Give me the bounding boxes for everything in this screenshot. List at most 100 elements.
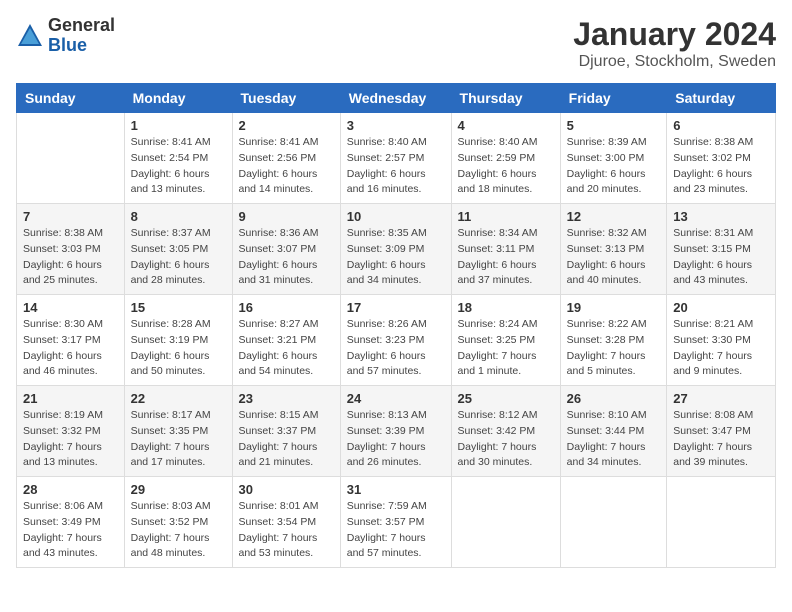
- daylight-text: Daylight: 7 hours and 57 minutes.: [347, 532, 426, 560]
- sunrise-text: Sunrise: 8:21 AM: [673, 318, 753, 330]
- daylight-text: Daylight: 6 hours and 34 minutes.: [347, 259, 426, 287]
- daylight-text: Daylight: 6 hours and 14 minutes.: [239, 168, 318, 196]
- day-info: Sunrise: 8:34 AM Sunset: 3:11 PM Dayligh…: [458, 226, 554, 289]
- daylight-text: Daylight: 7 hours and 13 minutes.: [23, 441, 102, 469]
- calendar-week-row: 21 Sunrise: 8:19 AM Sunset: 3:32 PM Dayl…: [17, 386, 776, 477]
- calendar-cell: 25 Sunrise: 8:12 AM Sunset: 3:42 PM Dayl…: [451, 386, 560, 477]
- sunset-text: Sunset: 3:54 PM: [239, 516, 317, 528]
- day-info: Sunrise: 8:40 AM Sunset: 2:57 PM Dayligh…: [347, 135, 445, 198]
- weekday-header: Sunday: [17, 84, 125, 113]
- daylight-text: Daylight: 7 hours and 39 minutes.: [673, 441, 752, 469]
- weekday-header: Tuesday: [232, 84, 340, 113]
- sunset-text: Sunset: 3:05 PM: [131, 243, 209, 255]
- daylight-text: Daylight: 6 hours and 40 minutes.: [567, 259, 646, 287]
- day-info: Sunrise: 8:13 AM Sunset: 3:39 PM Dayligh…: [347, 408, 445, 471]
- day-number: 3: [347, 118, 445, 133]
- daylight-text: Daylight: 7 hours and 9 minutes.: [673, 350, 752, 378]
- day-info: Sunrise: 8:10 AM Sunset: 3:44 PM Dayligh…: [567, 408, 661, 471]
- sunrise-text: Sunrise: 8:39 AM: [567, 136, 647, 148]
- day-info: Sunrise: 8:32 AM Sunset: 3:13 PM Dayligh…: [567, 226, 661, 289]
- calendar-cell: [451, 477, 560, 568]
- sunrise-text: Sunrise: 8:06 AM: [23, 500, 103, 512]
- sunrise-text: Sunrise: 8:22 AM: [567, 318, 647, 330]
- sunrise-text: Sunrise: 8:26 AM: [347, 318, 427, 330]
- sunrise-text: Sunrise: 8:10 AM: [567, 409, 647, 421]
- calendar-cell: 1 Sunrise: 8:41 AM Sunset: 2:54 PM Dayli…: [124, 113, 232, 204]
- day-number: 16: [239, 300, 334, 315]
- day-number: 25: [458, 391, 554, 406]
- sunset-text: Sunset: 3:32 PM: [23, 425, 101, 437]
- day-info: Sunrise: 8:41 AM Sunset: 2:54 PM Dayligh…: [131, 135, 226, 198]
- sunset-text: Sunset: 3:39 PM: [347, 425, 425, 437]
- sunrise-text: Sunrise: 8:30 AM: [23, 318, 103, 330]
- calendar-cell: 22 Sunrise: 8:17 AM Sunset: 3:35 PM Dayl…: [124, 386, 232, 477]
- sunset-text: Sunset: 3:47 PM: [673, 425, 751, 437]
- sunset-text: Sunset: 3:07 PM: [239, 243, 317, 255]
- daylight-text: Daylight: 7 hours and 26 minutes.: [347, 441, 426, 469]
- day-number: 7: [23, 209, 118, 224]
- day-number: 8: [131, 209, 226, 224]
- calendar-cell: 16 Sunrise: 8:27 AM Sunset: 3:21 PM Dayl…: [232, 295, 340, 386]
- sunset-text: Sunset: 3:19 PM: [131, 334, 209, 346]
- daylight-text: Daylight: 6 hours and 54 minutes.: [239, 350, 318, 378]
- calendar-cell: 26 Sunrise: 8:10 AM Sunset: 3:44 PM Dayl…: [560, 386, 667, 477]
- day-number: 28: [23, 482, 118, 497]
- sunrise-text: Sunrise: 8:17 AM: [131, 409, 211, 421]
- day-info: Sunrise: 8:27 AM Sunset: 3:21 PM Dayligh…: [239, 317, 334, 380]
- sunrise-text: Sunrise: 8:13 AM: [347, 409, 427, 421]
- daylight-text: Daylight: 7 hours and 43 minutes.: [23, 532, 102, 560]
- day-number: 30: [239, 482, 334, 497]
- sunset-text: Sunset: 3:11 PM: [458, 243, 535, 255]
- title-block: January 2024 Djuroe, Stockholm, Sweden: [573, 16, 776, 71]
- calendar-table: SundayMondayTuesdayWednesdayThursdayFrid…: [16, 83, 776, 568]
- sunrise-text: Sunrise: 8:34 AM: [458, 227, 538, 239]
- logo-text: General Blue: [48, 16, 115, 56]
- day-info: Sunrise: 8:06 AM Sunset: 3:49 PM Dayligh…: [23, 499, 118, 562]
- daylight-text: Daylight: 6 hours and 20 minutes.: [567, 168, 646, 196]
- calendar-cell: 10 Sunrise: 8:35 AM Sunset: 3:09 PM Dayl…: [340, 204, 451, 295]
- calendar-cell: 6 Sunrise: 8:38 AM Sunset: 3:02 PM Dayli…: [667, 113, 776, 204]
- sunrise-text: Sunrise: 8:01 AM: [239, 500, 319, 512]
- sunset-text: Sunset: 3:37 PM: [239, 425, 317, 437]
- day-info: Sunrise: 8:37 AM Sunset: 3:05 PM Dayligh…: [131, 226, 226, 289]
- day-info: Sunrise: 8:03 AM Sunset: 3:52 PM Dayligh…: [131, 499, 226, 562]
- day-info: Sunrise: 8:38 AM Sunset: 3:02 PM Dayligh…: [673, 135, 769, 198]
- day-info: Sunrise: 8:28 AM Sunset: 3:19 PM Dayligh…: [131, 317, 226, 380]
- daylight-text: Daylight: 6 hours and 57 minutes.: [347, 350, 426, 378]
- sunrise-text: Sunrise: 8:31 AM: [673, 227, 753, 239]
- day-info: Sunrise: 8:22 AM Sunset: 3:28 PM Dayligh…: [567, 317, 661, 380]
- sunset-text: Sunset: 3:52 PM: [131, 516, 209, 528]
- day-number: 9: [239, 209, 334, 224]
- calendar-cell: 24 Sunrise: 8:13 AM Sunset: 3:39 PM Dayl…: [340, 386, 451, 477]
- sunrise-text: Sunrise: 8:40 AM: [347, 136, 427, 148]
- day-info: Sunrise: 8:21 AM Sunset: 3:30 PM Dayligh…: [673, 317, 769, 380]
- day-number: 18: [458, 300, 554, 315]
- sunset-text: Sunset: 3:17 PM: [23, 334, 101, 346]
- sunset-text: Sunset: 3:21 PM: [239, 334, 317, 346]
- sunset-text: Sunset: 3:13 PM: [567, 243, 645, 255]
- sunrise-text: Sunrise: 8:38 AM: [23, 227, 103, 239]
- day-info: Sunrise: 8:19 AM Sunset: 3:32 PM Dayligh…: [23, 408, 118, 471]
- calendar-cell: 13 Sunrise: 8:31 AM Sunset: 3:15 PM Dayl…: [667, 204, 776, 295]
- day-number: 4: [458, 118, 554, 133]
- sunrise-text: Sunrise: 8:32 AM: [567, 227, 647, 239]
- location: Djuroe, Stockholm, Sweden: [573, 53, 776, 71]
- calendar-cell: 3 Sunrise: 8:40 AM Sunset: 2:57 PM Dayli…: [340, 113, 451, 204]
- day-number: 17: [347, 300, 445, 315]
- sunset-text: Sunset: 2:56 PM: [239, 152, 317, 164]
- sunrise-text: Sunrise: 8:35 AM: [347, 227, 427, 239]
- day-info: Sunrise: 8:12 AM Sunset: 3:42 PM Dayligh…: [458, 408, 554, 471]
- sunrise-text: Sunrise: 7:59 AM: [347, 500, 427, 512]
- day-info: Sunrise: 8:01 AM Sunset: 3:54 PM Dayligh…: [239, 499, 334, 562]
- logo-blue: Blue: [48, 36, 115, 56]
- day-info: Sunrise: 7:59 AM Sunset: 3:57 PM Dayligh…: [347, 499, 445, 562]
- calendar-cell: 17 Sunrise: 8:26 AM Sunset: 3:23 PM Dayl…: [340, 295, 451, 386]
- sunrise-text: Sunrise: 8:40 AM: [458, 136, 538, 148]
- day-number: 1: [131, 118, 226, 133]
- calendar-cell: 9 Sunrise: 8:36 AM Sunset: 3:07 PM Dayli…: [232, 204, 340, 295]
- daylight-text: Daylight: 6 hours and 31 minutes.: [239, 259, 318, 287]
- daylight-text: Daylight: 7 hours and 1 minute.: [458, 350, 537, 378]
- sunset-text: Sunset: 3:15 PM: [673, 243, 751, 255]
- sunset-text: Sunset: 3:09 PM: [347, 243, 425, 255]
- sunset-text: Sunset: 3:30 PM: [673, 334, 751, 346]
